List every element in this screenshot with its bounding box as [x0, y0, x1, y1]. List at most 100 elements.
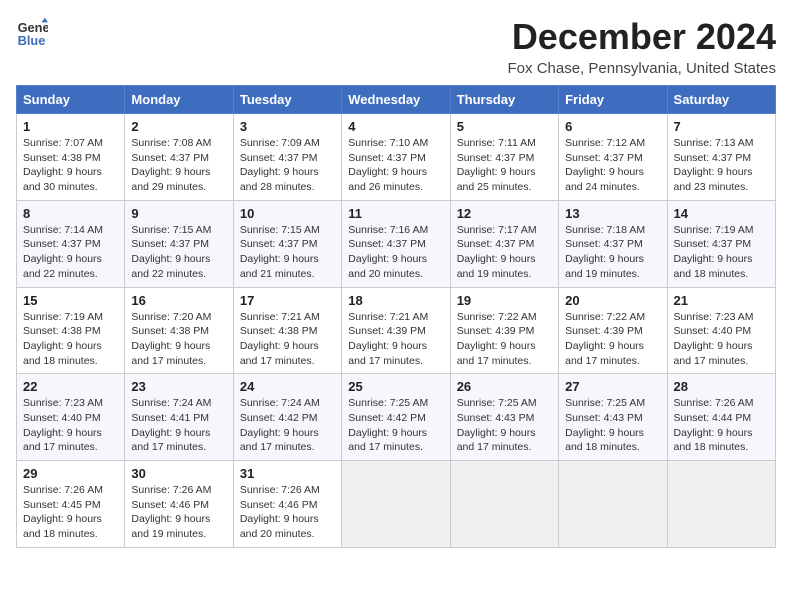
- day-number: 3: [240, 119, 335, 134]
- day-info: Sunrise: 7:23 AM Sunset: 4:40 PM Dayligh…: [23, 396, 118, 455]
- calendar-week-4: 22 Sunrise: 7:23 AM Sunset: 4:40 PM Dayli…: [17, 374, 776, 461]
- calendar-cell: 29 Sunrise: 7:26 AM Sunset: 4:45 PM Dayli…: [17, 461, 125, 548]
- day-info: Sunrise: 7:24 AM Sunset: 4:42 PM Dayligh…: [240, 396, 335, 455]
- day-number: 14: [674, 206, 769, 221]
- day-number: 28: [674, 379, 769, 394]
- day-info: Sunrise: 7:24 AM Sunset: 4:41 PM Dayligh…: [131, 396, 226, 455]
- calendar-cell: 28 Sunrise: 7:26 AM Sunset: 4:44 PM Dayli…: [667, 374, 775, 461]
- header-wednesday: Wednesday: [342, 86, 450, 114]
- calendar-cell: 12 Sunrise: 7:17 AM Sunset: 4:37 PM Dayli…: [450, 200, 558, 287]
- header: General Blue December 2024 Fox Chase, Pe…: [16, 16, 776, 77]
- day-number: 22: [23, 379, 118, 394]
- day-number: 6: [565, 119, 660, 134]
- calendar-week-3: 15 Sunrise: 7:19 AM Sunset: 4:38 PM Dayli…: [17, 287, 776, 374]
- day-info: Sunrise: 7:14 AM Sunset: 4:37 PM Dayligh…: [23, 223, 118, 282]
- day-number: 25: [348, 379, 443, 394]
- calendar-week-2: 8 Sunrise: 7:14 AM Sunset: 4:37 PM Daylig…: [17, 200, 776, 287]
- calendar-cell: 27 Sunrise: 7:25 AM Sunset: 4:43 PM Dayli…: [559, 374, 667, 461]
- calendar-cell: 31 Sunrise: 7:26 AM Sunset: 4:46 PM Dayli…: [233, 461, 341, 548]
- calendar-cell: 7 Sunrise: 7:13 AM Sunset: 4:37 PM Daylig…: [667, 114, 775, 201]
- day-number: 29: [23, 466, 118, 481]
- day-info: Sunrise: 7:25 AM Sunset: 4:42 PM Dayligh…: [348, 396, 443, 455]
- day-number: 7: [674, 119, 769, 134]
- day-number: 16: [131, 293, 226, 308]
- header-sunday: Sunday: [17, 86, 125, 114]
- day-number: 20: [565, 293, 660, 308]
- day-info: Sunrise: 7:20 AM Sunset: 4:38 PM Dayligh…: [131, 310, 226, 369]
- calendar-cell: [342, 461, 450, 548]
- day-info: Sunrise: 7:26 AM Sunset: 4:46 PM Dayligh…: [240, 483, 335, 542]
- title-block: December 2024 Fox Chase, Pennsylvania, U…: [508, 16, 776, 77]
- day-info: Sunrise: 7:26 AM Sunset: 4:44 PM Dayligh…: [674, 396, 769, 455]
- header-monday: Monday: [125, 86, 233, 114]
- day-info: Sunrise: 7:09 AM Sunset: 4:37 PM Dayligh…: [240, 136, 335, 195]
- day-number: 21: [674, 293, 769, 308]
- subtitle: Fox Chase, Pennsylvania, United States: [508, 60, 776, 77]
- calendar-cell: [559, 461, 667, 548]
- day-number: 18: [348, 293, 443, 308]
- svg-text:Blue: Blue: [18, 33, 46, 48]
- day-info: Sunrise: 7:25 AM Sunset: 4:43 PM Dayligh…: [457, 396, 552, 455]
- day-info: Sunrise: 7:18 AM Sunset: 4:37 PM Dayligh…: [565, 223, 660, 282]
- day-number: 5: [457, 119, 552, 134]
- day-info: Sunrise: 7:26 AM Sunset: 4:46 PM Dayligh…: [131, 483, 226, 542]
- day-info: Sunrise: 7:16 AM Sunset: 4:37 PM Dayligh…: [348, 223, 443, 282]
- header-saturday: Saturday: [667, 86, 775, 114]
- day-number: 9: [131, 206, 226, 221]
- day-info: Sunrise: 7:21 AM Sunset: 4:38 PM Dayligh…: [240, 310, 335, 369]
- calendar-cell: 5 Sunrise: 7:11 AM Sunset: 4:37 PM Daylig…: [450, 114, 558, 201]
- calendar-cell: 21Sunrise: 7:23 AM Sunset: 4:40 PM Dayli…: [667, 287, 775, 374]
- day-number: 31: [240, 466, 335, 481]
- logo-icon: General Blue: [16, 16, 48, 48]
- calendar-cell: 22 Sunrise: 7:23 AM Sunset: 4:40 PM Dayli…: [17, 374, 125, 461]
- day-number: 12: [457, 206, 552, 221]
- day-number: 15: [23, 293, 118, 308]
- day-number: 24: [240, 379, 335, 394]
- calendar-cell: [667, 461, 775, 548]
- calendar-cell: 2Sunrise: 7:08 AM Sunset: 4:37 PM Daylig…: [125, 114, 233, 201]
- calendar: SundayMondayTuesdayWednesdayThursdayFrid…: [16, 85, 776, 548]
- day-info: Sunrise: 7:11 AM Sunset: 4:37 PM Dayligh…: [457, 136, 552, 195]
- day-info: Sunrise: 7:22 AM Sunset: 4:39 PM Dayligh…: [457, 310, 552, 369]
- day-number: 17: [240, 293, 335, 308]
- day-number: 13: [565, 206, 660, 221]
- day-number: 27: [565, 379, 660, 394]
- day-info: Sunrise: 7:15 AM Sunset: 4:37 PM Dayligh…: [131, 223, 226, 282]
- day-number: 30: [131, 466, 226, 481]
- calendar-cell: 18Sunrise: 7:21 AM Sunset: 4:39 PM Dayli…: [342, 287, 450, 374]
- day-info: Sunrise: 7:19 AM Sunset: 4:38 PM Dayligh…: [23, 310, 118, 369]
- day-number: 1: [23, 119, 118, 134]
- day-info: Sunrise: 7:10 AM Sunset: 4:37 PM Dayligh…: [348, 136, 443, 195]
- calendar-header-row: SundayMondayTuesdayWednesdayThursdayFrid…: [17, 86, 776, 114]
- calendar-cell: 3 Sunrise: 7:09 AM Sunset: 4:37 PM Daylig…: [233, 114, 341, 201]
- calendar-cell: [450, 461, 558, 548]
- calendar-week-5: 29 Sunrise: 7:26 AM Sunset: 4:45 PM Dayli…: [17, 461, 776, 548]
- calendar-cell: 15 Sunrise: 7:19 AM Sunset: 4:38 PM Dayli…: [17, 287, 125, 374]
- calendar-cell: 9 Sunrise: 7:15 AM Sunset: 4:37 PM Daylig…: [125, 200, 233, 287]
- day-info: Sunrise: 7:26 AM Sunset: 4:45 PM Dayligh…: [23, 483, 118, 542]
- calendar-cell: 23 Sunrise: 7:24 AM Sunset: 4:41 PM Dayli…: [125, 374, 233, 461]
- day-info: Sunrise: 7:08 AM Sunset: 4:37 PM Dayligh…: [131, 136, 226, 195]
- calendar-cell: 30 Sunrise: 7:26 AM Sunset: 4:46 PM Dayli…: [125, 461, 233, 548]
- day-info: Sunrise: 7:25 AM Sunset: 4:43 PM Dayligh…: [565, 396, 660, 455]
- day-info: Sunrise: 7:15 AM Sunset: 4:37 PM Dayligh…: [240, 223, 335, 282]
- calendar-cell: 26Sunrise: 7:25 AM Sunset: 4:43 PM Dayli…: [450, 374, 558, 461]
- day-number: 19: [457, 293, 552, 308]
- calendar-cell: 10 Sunrise: 7:15 AM Sunset: 4:37 PM Dayli…: [233, 200, 341, 287]
- day-number: 4: [348, 119, 443, 134]
- day-info: Sunrise: 7:19 AM Sunset: 4:37 PM Dayligh…: [674, 223, 769, 282]
- day-number: 23: [131, 379, 226, 394]
- day-info: Sunrise: 7:07 AM Sunset: 4:38 PM Dayligh…: [23, 136, 118, 195]
- day-number: 11: [348, 206, 443, 221]
- calendar-cell: 17 Sunrise: 7:21 AM Sunset: 4:38 PM Dayli…: [233, 287, 341, 374]
- calendar-cell: 19 Sunrise: 7:22 AM Sunset: 4:39 PM Dayli…: [450, 287, 558, 374]
- day-info: Sunrise: 7:13 AM Sunset: 4:37 PM Dayligh…: [674, 136, 769, 195]
- day-number: 8: [23, 206, 118, 221]
- calendar-cell: 6 Sunrise: 7:12 AM Sunset: 4:37 PM Daylig…: [559, 114, 667, 201]
- calendar-cell: 1 Sunrise: 7:07 AM Sunset: 4:38 PM Daylig…: [17, 114, 125, 201]
- day-info: Sunrise: 7:12 AM Sunset: 4:37 PM Dayligh…: [565, 136, 660, 195]
- header-thursday: Thursday: [450, 86, 558, 114]
- calendar-cell: 24 Sunrise: 7:24 AM Sunset: 4:42 PM Dayli…: [233, 374, 341, 461]
- day-info: Sunrise: 7:17 AM Sunset: 4:37 PM Dayligh…: [457, 223, 552, 282]
- day-number: 10: [240, 206, 335, 221]
